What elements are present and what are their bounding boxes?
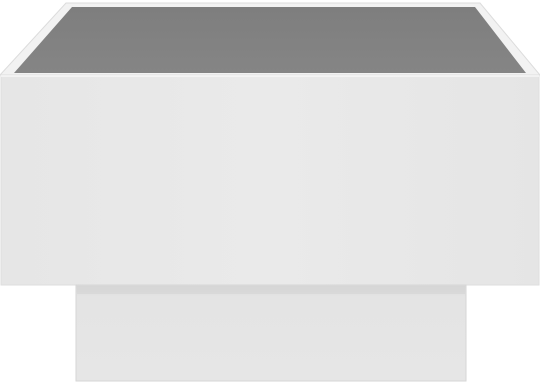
coffee-table-illustration — [0, 2, 540, 382]
table-plinth — [75, 284, 467, 382]
plinth-shadow — [77, 286, 465, 294]
glass-top — [14, 7, 526, 73]
product-photo — [0, 0, 540, 382]
table-front-panel — [0, 74, 540, 286]
